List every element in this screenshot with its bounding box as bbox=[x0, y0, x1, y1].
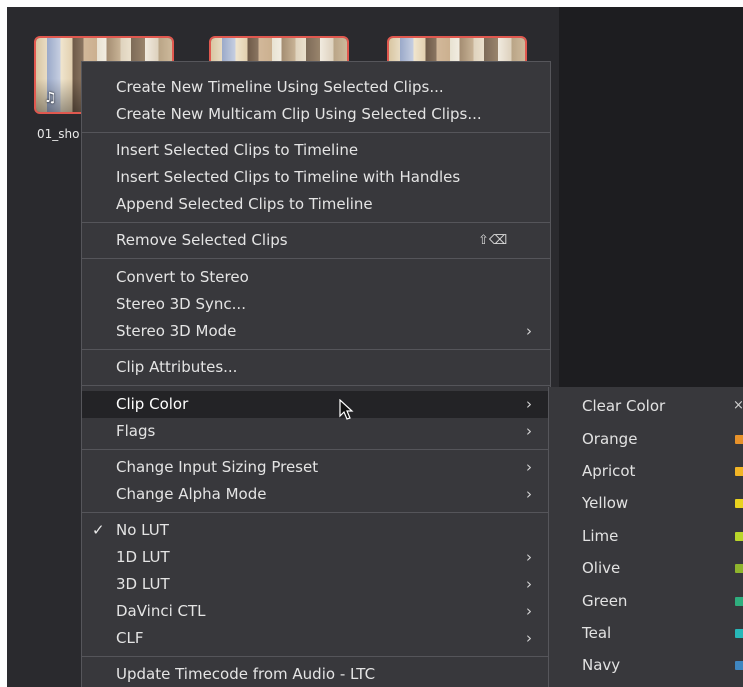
viewer-panel bbox=[559, 7, 743, 387]
color-item-label: Teal bbox=[582, 624, 612, 642]
chevron-right-icon: › bbox=[526, 575, 532, 593]
menu-item-stereo-sync[interactable]: Stereo 3D Sync... bbox=[82, 291, 550, 318]
menu-separator bbox=[82, 512, 550, 513]
color-item-navy[interactable]: Navy bbox=[549, 649, 743, 681]
menu-item-davinci-ctl[interactable]: DaVinci CTL › bbox=[82, 598, 550, 625]
menu-item-label: Clip Attributes... bbox=[116, 358, 238, 376]
color-item-label: Green bbox=[582, 592, 628, 610]
menu-item-3d-lut[interactable]: 3D LUT › bbox=[82, 571, 550, 598]
color-swatch bbox=[735, 532, 743, 541]
menu-item-clip-attributes[interactable]: Clip Attributes... bbox=[82, 354, 550, 381]
chevron-right-icon: › bbox=[526, 485, 532, 503]
menu-item-stereo-mode[interactable]: Stereo 3D Mode › bbox=[82, 318, 550, 345]
color-item-teal[interactable]: Teal bbox=[549, 617, 743, 649]
color-swatch bbox=[735, 564, 743, 573]
clip-color-submenu: Clear Color × Orange Apricot Yellow Lime… bbox=[548, 387, 743, 687]
color-item-clear[interactable]: Clear Color × bbox=[549, 390, 743, 422]
chevron-right-icon: › bbox=[526, 422, 532, 440]
menu-item-label: Create New Multicam Clip Using Selected … bbox=[116, 105, 482, 123]
menu-item-label: No LUT bbox=[116, 521, 169, 539]
menu-item-label: Insert Selected Clips to Timeline with H… bbox=[116, 168, 461, 186]
menu-item-remove-clips[interactable]: Remove Selected Clips ⇧⌫ bbox=[82, 227, 550, 254]
menu-item-1d-lut[interactable]: 1D LUT › bbox=[82, 544, 550, 571]
menu-item-label: Stereo 3D Sync... bbox=[116, 295, 246, 313]
menu-item-label: Update Timecode from Audio - LTC bbox=[116, 665, 376, 683]
menu-item-label: Create New Timeline Using Selected Clips… bbox=[116, 78, 444, 96]
color-swatch bbox=[735, 597, 743, 606]
color-item-yellow[interactable]: Yellow bbox=[549, 487, 743, 519]
color-swatch bbox=[735, 499, 743, 508]
menu-item-label: Change Alpha Mode bbox=[116, 485, 267, 503]
color-item-lime[interactable]: Lime bbox=[549, 520, 743, 552]
color-item-label: Clear Color bbox=[582, 397, 666, 415]
menu-item-label: Convert to Stereo bbox=[116, 268, 249, 286]
color-item-label: Yellow bbox=[582, 494, 629, 512]
chevron-right-icon: › bbox=[526, 629, 532, 647]
color-swatch bbox=[735, 629, 743, 638]
menu-item-label: Remove Selected Clips bbox=[116, 231, 288, 249]
context-menu: Create New Timeline Using Selected Clips… bbox=[81, 61, 551, 687]
color-item-label: Navy bbox=[582, 656, 621, 674]
menu-separator bbox=[82, 222, 550, 223]
chevron-right-icon: › bbox=[526, 602, 532, 620]
menu-item-label: 1D LUT bbox=[116, 548, 170, 566]
menu-item-label: DaVinci CTL bbox=[116, 602, 206, 620]
menu-item-input-sizing[interactable]: Change Input Sizing Preset › bbox=[82, 454, 550, 481]
color-item-olive[interactable]: Olive bbox=[549, 552, 743, 584]
audio-icon: ♫ bbox=[44, 90, 57, 106]
menu-item-label: Flags bbox=[116, 422, 156, 440]
menu-item-no-lut[interactable]: ✓ No LUT bbox=[82, 517, 550, 544]
menu-item-insert-clips-handles[interactable]: Insert Selected Clips to Timeline with H… bbox=[82, 164, 550, 191]
menu-item-flags[interactable]: Flags › bbox=[82, 418, 550, 445]
color-item-green[interactable]: Green bbox=[549, 585, 743, 617]
close-icon: × bbox=[733, 398, 743, 413]
menu-item-label: Stereo 3D Mode bbox=[116, 322, 237, 340]
menu-item-insert-clips[interactable]: Insert Selected Clips to Timeline bbox=[82, 137, 550, 164]
menu-item-update-timecode[interactable]: Update Timecode from Audio - LTC bbox=[82, 661, 550, 687]
menu-item-create-multicam[interactable]: Create New Multicam Clip Using Selected … bbox=[82, 101, 550, 128]
chevron-right-icon: › bbox=[526, 322, 532, 340]
color-swatch bbox=[735, 467, 743, 476]
chevron-right-icon: › bbox=[526, 548, 532, 566]
menu-item-label: Append Selected Clips to Timeline bbox=[116, 195, 373, 213]
shortcut-hint: ⇧⌫ bbox=[478, 233, 508, 248]
menu-separator bbox=[82, 656, 550, 657]
menu-item-append-clips[interactable]: Append Selected Clips to Timeline bbox=[82, 191, 550, 218]
menu-separator bbox=[82, 132, 550, 133]
clip-name-label: 01_sho bbox=[37, 127, 80, 141]
color-item-apricot[interactable]: Apricot bbox=[549, 455, 743, 487]
menu-item-create-timeline[interactable]: Create New Timeline Using Selected Clips… bbox=[82, 74, 550, 101]
color-item-label: Lime bbox=[582, 527, 619, 545]
menu-separator bbox=[82, 349, 550, 350]
color-item-label: Apricot bbox=[582, 462, 636, 480]
checkmark-icon: ✓ bbox=[92, 521, 105, 539]
menu-item-clf[interactable]: CLF › bbox=[82, 625, 550, 652]
menu-separator bbox=[82, 449, 550, 450]
color-swatch bbox=[735, 661, 743, 670]
menu-item-label: Clip Color bbox=[116, 395, 189, 413]
color-item-label: Orange bbox=[582, 430, 638, 448]
mouse-cursor-icon bbox=[339, 399, 354, 420]
menu-item-label: Change Input Sizing Preset bbox=[116, 458, 319, 476]
chevron-right-icon: › bbox=[526, 395, 532, 413]
app-window: ♫ 01_sho Create New Timeline Using Selec… bbox=[7, 7, 743, 687]
chevron-right-icon: › bbox=[526, 458, 532, 476]
menu-item-label: 3D LUT bbox=[116, 575, 170, 593]
menu-item-convert-stereo[interactable]: Convert to Stereo bbox=[82, 264, 550, 291]
menu-item-label: CLF bbox=[116, 629, 144, 647]
menu-item-label: Insert Selected Clips to Timeline bbox=[116, 141, 359, 159]
menu-item-alpha-mode[interactable]: Change Alpha Mode › bbox=[82, 481, 550, 508]
menu-separator bbox=[82, 258, 550, 259]
color-item-label: Olive bbox=[582, 559, 621, 577]
menu-separator bbox=[82, 385, 550, 386]
color-swatch bbox=[735, 435, 743, 444]
menu-item-clip-color[interactable]: Clip Color › bbox=[82, 391, 550, 418]
color-item-orange[interactable]: Orange bbox=[549, 423, 743, 455]
